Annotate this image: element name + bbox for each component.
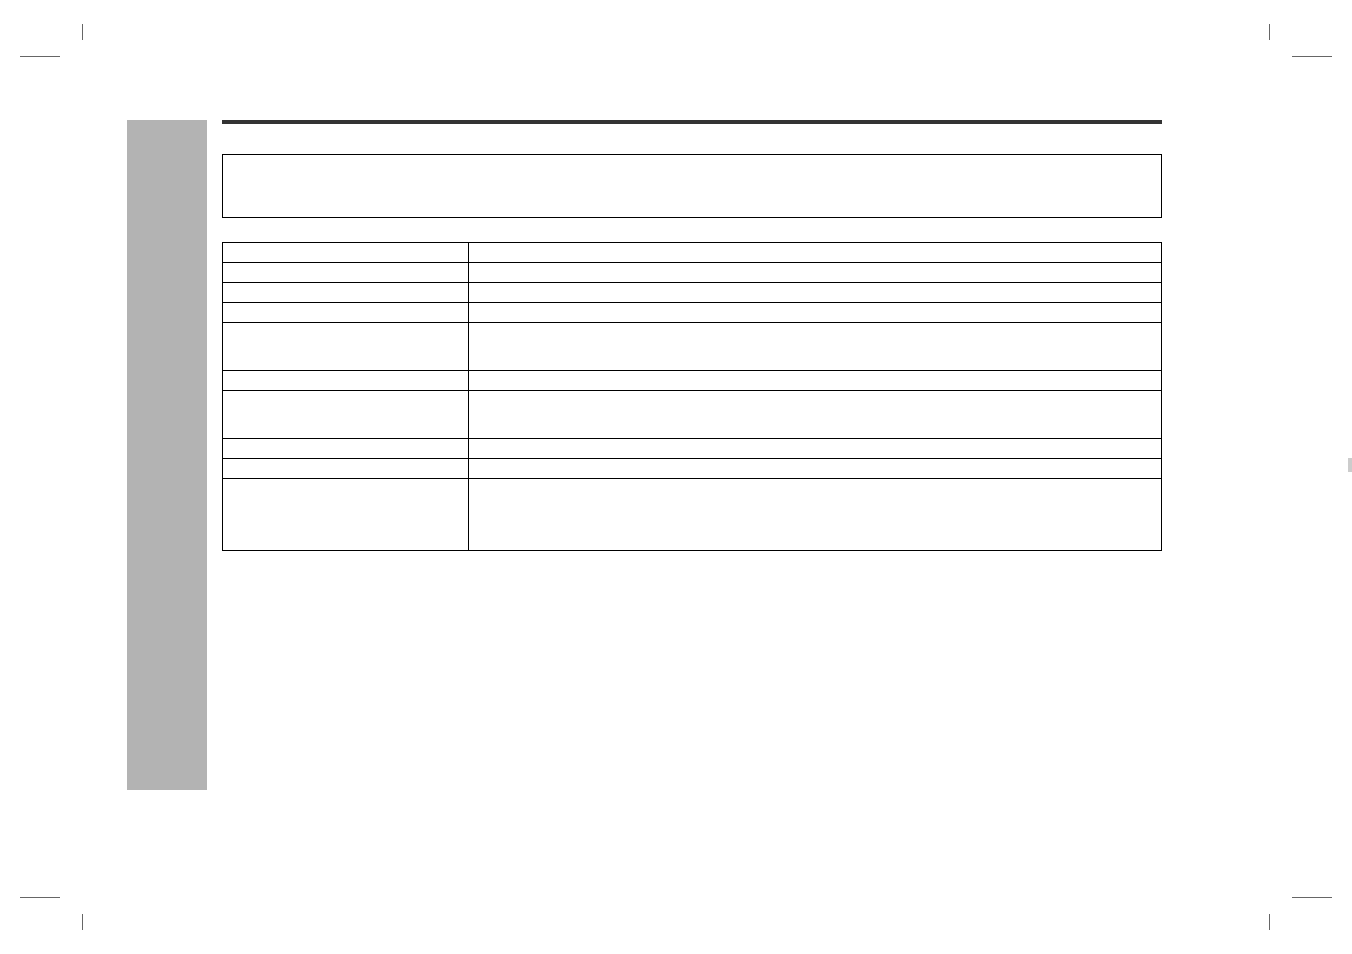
table-row	[223, 323, 1162, 371]
spec-label	[223, 479, 469, 551]
crop-mark	[20, 897, 60, 898]
crop-mark	[1269, 24, 1270, 40]
spec-value	[469, 323, 1162, 371]
title-box	[222, 154, 1162, 218]
content-area	[222, 120, 1162, 551]
edge-indicator	[1348, 458, 1352, 472]
spec-value	[469, 371, 1162, 391]
section-tab	[127, 120, 207, 790]
spec-value	[469, 439, 1162, 459]
crop-mark	[1292, 56, 1332, 57]
table-row	[223, 263, 1162, 283]
crop-mark	[1292, 897, 1332, 898]
spec-label	[223, 391, 469, 439]
page	[0, 0, 1352, 954]
crop-mark	[1269, 914, 1270, 930]
spec-value	[469, 391, 1162, 439]
spec-label	[223, 459, 469, 479]
spec-value	[469, 303, 1162, 323]
table-row	[223, 439, 1162, 459]
table-row	[223, 459, 1162, 479]
table-row	[223, 391, 1162, 439]
spec-label	[223, 283, 469, 303]
spec-label	[223, 439, 469, 459]
crop-mark	[20, 56, 60, 57]
spec-label	[223, 243, 469, 263]
table-row	[223, 303, 1162, 323]
spec-value	[469, 283, 1162, 303]
spec-value	[469, 263, 1162, 283]
spec-label	[223, 323, 469, 371]
table-row	[223, 283, 1162, 303]
table-row	[223, 479, 1162, 551]
spec-label	[223, 263, 469, 283]
spec-value	[469, 459, 1162, 479]
table-row	[223, 371, 1162, 391]
spec-value	[469, 243, 1162, 263]
table-row	[223, 243, 1162, 263]
crop-mark	[82, 24, 83, 40]
spec-label	[223, 303, 469, 323]
spec-value	[469, 479, 1162, 551]
header-rule	[222, 120, 1162, 124]
spec-table	[222, 242, 1162, 551]
crop-mark	[82, 914, 83, 930]
spec-label	[223, 371, 469, 391]
